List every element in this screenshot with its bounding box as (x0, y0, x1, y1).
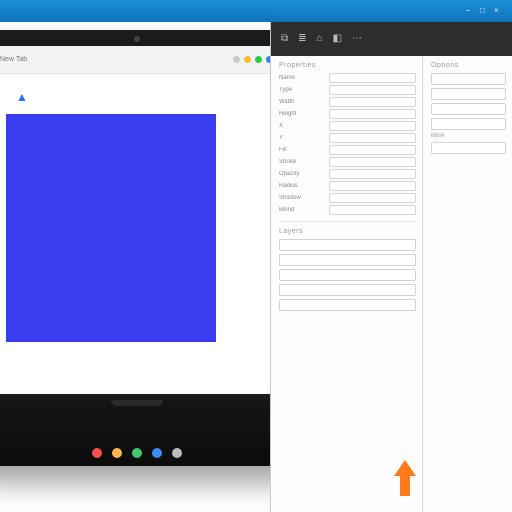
maximize-icon[interactable]: □ (480, 6, 490, 16)
browser-window-controls (233, 56, 273, 63)
alert-triangle-icon: ▲ (16, 90, 28, 104)
toolbar-item-c[interactable]: ⌂ (317, 34, 323, 45)
browser-chrome-bar: New Tab (0, 46, 281, 74)
property-row: Y (279, 133, 416, 143)
layout-icon: ⧉ (281, 34, 288, 44)
options-section-title: Options (431, 62, 506, 69)
os-titlebar: − □ × (0, 0, 512, 22)
taskbar-dock (92, 448, 182, 458)
property-label: Shadow (279, 195, 325, 201)
property-row: Width (279, 97, 416, 107)
toolbar-item-d[interactable]: ◧ (333, 34, 342, 45)
inspector-panel: ⧉ ≣ ⌂ ◧ ⋯ Properties NameTy (270, 22, 512, 512)
property-value-input[interactable] (329, 133, 416, 143)
laptop-monitor: New Tab ▲ (0, 30, 289, 402)
property-label: Opacity (279, 171, 325, 177)
property-row: Name (279, 73, 416, 83)
list-icon: ≣ (298, 34, 306, 44)
laptop-screen: New Tab ▲ (0, 46, 281, 394)
layer-entry[interactable] (279, 239, 416, 251)
property-row: Shadow (279, 193, 416, 203)
property-row: Fill (279, 145, 416, 155)
property-label: Radius (279, 183, 325, 189)
toolbar-item-a[interactable]: ⧉ (281, 34, 288, 45)
property-row: Stroke (279, 157, 416, 167)
property-value-input[interactable] (329, 169, 416, 179)
laptop-hinge-notch (111, 400, 163, 406)
layer-entry[interactable] (279, 254, 416, 266)
property-label: Y (279, 135, 325, 141)
canvas-rectangle[interactable] (6, 114, 216, 342)
option-slot[interactable] (431, 142, 506, 154)
property-label: Type (279, 87, 325, 93)
property-row: Opacity (279, 169, 416, 179)
maximize-dot-icon[interactable] (255, 56, 262, 63)
property-label: Stroke (279, 159, 325, 165)
inspector-right-column: Options More (423, 56, 512, 512)
property-row: Type (279, 85, 416, 95)
property-label: Fill (279, 147, 325, 153)
more-icon: ⋯ (352, 34, 362, 44)
dock-app-1-icon[interactable] (92, 448, 102, 458)
property-value-input[interactable] (329, 85, 416, 95)
dock-app-4-icon[interactable] (152, 448, 162, 458)
property-value-input[interactable] (329, 193, 416, 203)
property-label: Width (279, 99, 325, 105)
options-subtitle: More (431, 133, 506, 139)
property-value-input[interactable] (329, 181, 416, 191)
property-label: Height (279, 111, 325, 117)
inspector-toolbar: ⧉ ≣ ⌂ ◧ ⋯ (271, 22, 512, 56)
option-slot[interactable] (431, 118, 506, 130)
close-icon[interactable]: × (494, 6, 504, 16)
dock-app-5-icon[interactable] (172, 448, 182, 458)
property-value-input[interactable] (329, 97, 416, 107)
titlebar-window-controls: − □ × (466, 6, 504, 16)
laptop-base (0, 400, 304, 466)
properties-field-list: Name Type Width Height XY Fill Stroke Opacity Ra… (279, 73, 416, 215)
dock-app-2-icon[interactable] (112, 448, 122, 458)
property-value-input[interactable] (329, 109, 416, 119)
option-slot[interactable] (431, 73, 506, 85)
workspace: New Tab ▲ (0, 22, 512, 512)
layer-entry[interactable] (279, 284, 416, 296)
inspector-body: Properties Name Type Width Height XY Fill Stro… (271, 56, 512, 512)
tab-dot-icon (233, 56, 240, 63)
minimize-dot-icon[interactable] (244, 56, 251, 63)
browser-page: ▲ (0, 74, 281, 394)
layer-entry[interactable] (279, 299, 416, 311)
property-row: Height (279, 109, 416, 119)
layer-entry[interactable] (279, 269, 416, 281)
browser-tab[interactable]: New Tab (0, 56, 27, 63)
option-slot[interactable] (431, 88, 506, 100)
property-row: X (279, 121, 416, 131)
property-value-input[interactable] (329, 73, 416, 83)
property-value-input[interactable] (329, 157, 416, 167)
property-row: Radius (279, 181, 416, 191)
divider (279, 221, 416, 222)
property-label: Blend (279, 207, 325, 213)
property-value-input[interactable] (329, 205, 416, 215)
minimize-icon[interactable]: − (466, 6, 476, 16)
property-label: Name (279, 75, 325, 81)
camera-dot-icon (134, 36, 140, 42)
property-row: Blend (279, 205, 416, 215)
dock-app-3-icon[interactable] (132, 448, 142, 458)
toolbar-item-b[interactable]: ≣ (298, 34, 306, 45)
inspector-left-column: Properties Name Type Width Height XY Fill Stro… (271, 56, 423, 512)
toolbar-item-e[interactable]: ⋯ (352, 34, 362, 45)
property-value-input[interactable] (329, 145, 416, 155)
property-value-input[interactable] (329, 121, 416, 131)
property-label: X (279, 123, 325, 129)
option-slot[interactable] (431, 103, 506, 115)
layers-section-title: Layers (279, 228, 416, 235)
panel-icon: ◧ (333, 34, 342, 44)
properties-section-title: Properties (279, 62, 416, 69)
home-icon: ⌂ (317, 34, 323, 44)
